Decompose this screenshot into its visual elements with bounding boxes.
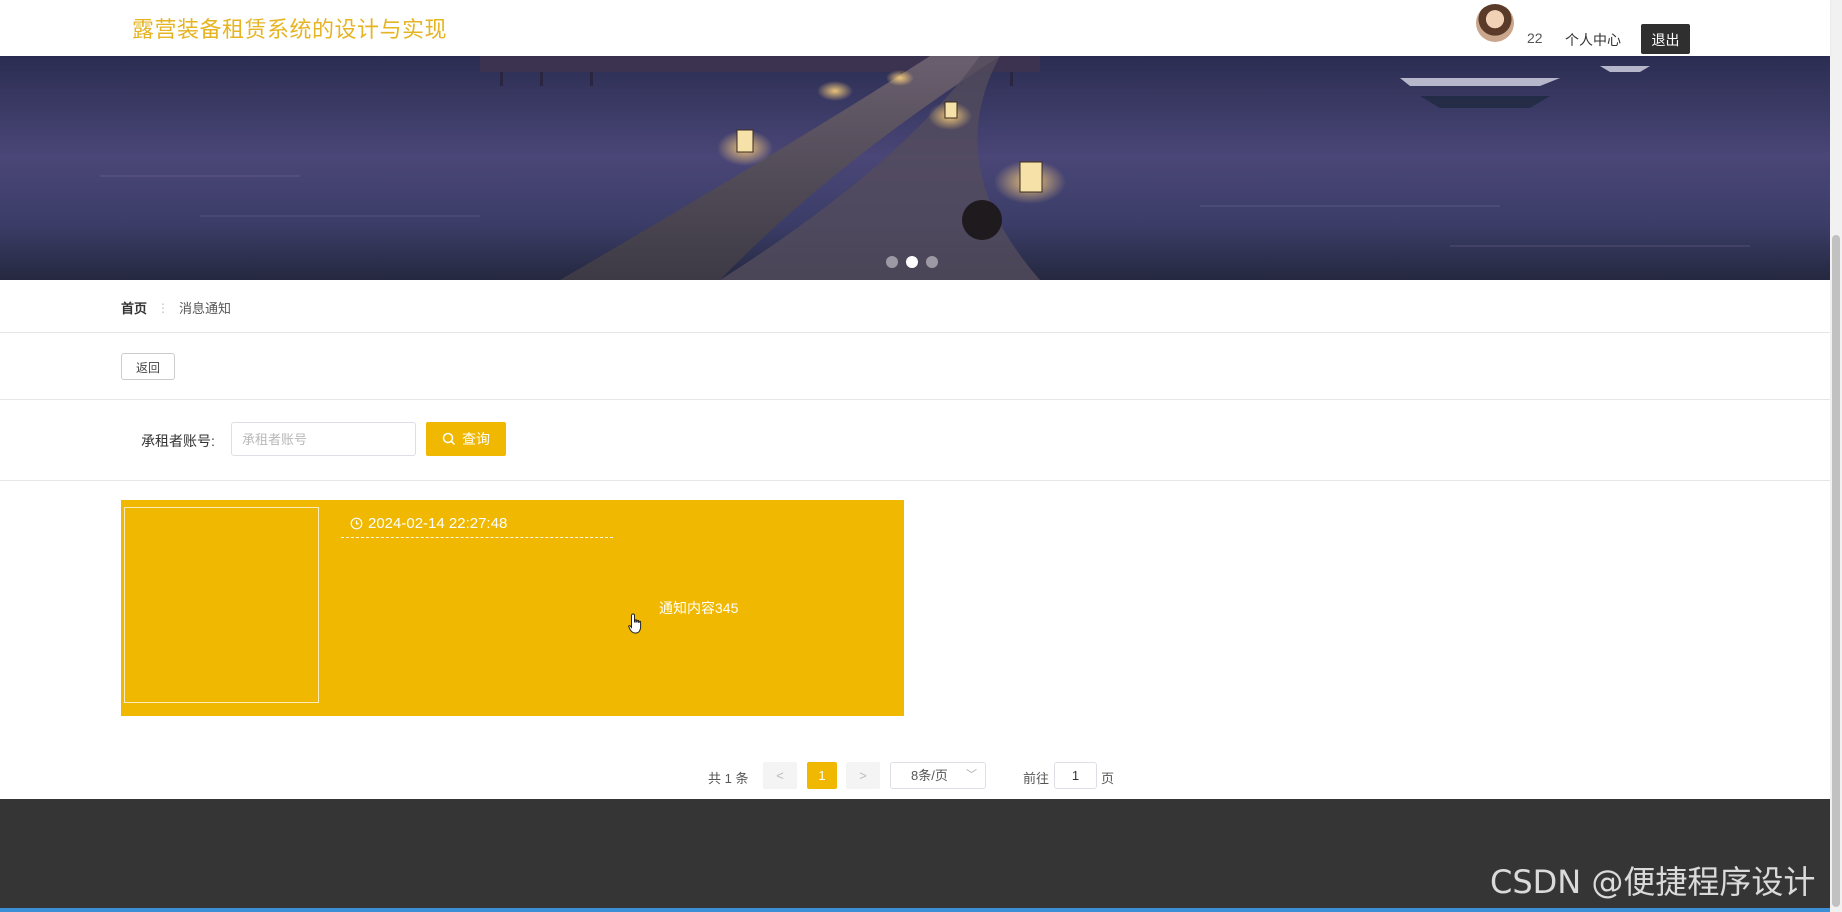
carousel-dot-2[interactable]: [906, 256, 918, 268]
carousel-dot-1[interactable]: [886, 256, 898, 268]
banner-image: [100, 56, 1750, 280]
site-title[interactable]: 露营装备租赁系统的设计与实现: [132, 12, 447, 44]
breadcrumb-home[interactable]: 首页: [121, 298, 147, 317]
notice-time-text: 2024-02-14 22:27:48: [368, 515, 508, 532]
divider: [0, 399, 1830, 400]
banner-carousel[interactable]: [0, 56, 1830, 280]
pagination-next-button[interactable]: >: [846, 762, 880, 789]
personal-center-link[interactable]: 个人中心: [1565, 30, 1621, 50]
username-label: 22: [1527, 30, 1543, 46]
query-button-label: 查询: [462, 431, 490, 447]
pagination-page-1[interactable]: 1: [807, 762, 837, 789]
scrollbar-thumb[interactable]: [1832, 235, 1840, 907]
scrollbar[interactable]: [1830, 0, 1842, 912]
notice-thumbnail: [124, 507, 319, 703]
pagination-prev-button[interactable]: <: [763, 762, 797, 789]
chevron-down-icon: ﹀: [966, 769, 977, 781]
breadcrumb-current: 消息通知: [179, 301, 232, 316]
top-header: 露营装备租赁系统的设计与实现 22 个人中心 退出: [0, 0, 1830, 56]
query-button[interactable]: 查询: [426, 422, 506, 456]
hand-cursor-icon: [628, 613, 642, 634]
breadcrumb: 首页 ⋮ 消息通知: [121, 298, 231, 317]
breadcrumb-separator: ⋮: [157, 300, 170, 315]
notice-content: 通知内容345: [659, 600, 739, 616]
clock-icon: [350, 517, 363, 530]
page-size-value: 8条/页: [911, 768, 948, 783]
back-button[interactable]: 返回: [121, 353, 175, 380]
carousel-dot-3[interactable]: [926, 256, 938, 268]
watermark: CSDN @便捷程序设计: [1490, 863, 1816, 901]
notice-time: 2024-02-14 22:27:48: [350, 515, 507, 532]
notice-card[interactable]: 2024-02-14 22:27:48 通知内容345: [121, 500, 904, 716]
page-size-select[interactable]: 8条/页 ﹀: [890, 762, 986, 789]
logout-button[interactable]: 退出: [1641, 24, 1690, 54]
tenant-account-input[interactable]: [231, 422, 416, 456]
carousel-indicators: [886, 256, 938, 268]
search-label: 承租者账号:: [141, 433, 215, 449]
divider: [0, 480, 1830, 481]
pagination-total: 共 1 条: [708, 771, 749, 786]
user-avatar[interactable]: [1476, 4, 1514, 42]
goto-page-input[interactable]: [1054, 762, 1097, 789]
pagination: 共 1 条 < 1 > 8条/页 ﹀ 前往 页: [0, 762, 1830, 789]
goto-unit: 页: [1101, 771, 1115, 786]
divider: [0, 332, 1830, 333]
footer-bottom-bar: [0, 908, 1842, 912]
search-icon: [442, 432, 456, 446]
goto-label: 前往: [1023, 771, 1050, 786]
notice-divider: [341, 537, 613, 538]
